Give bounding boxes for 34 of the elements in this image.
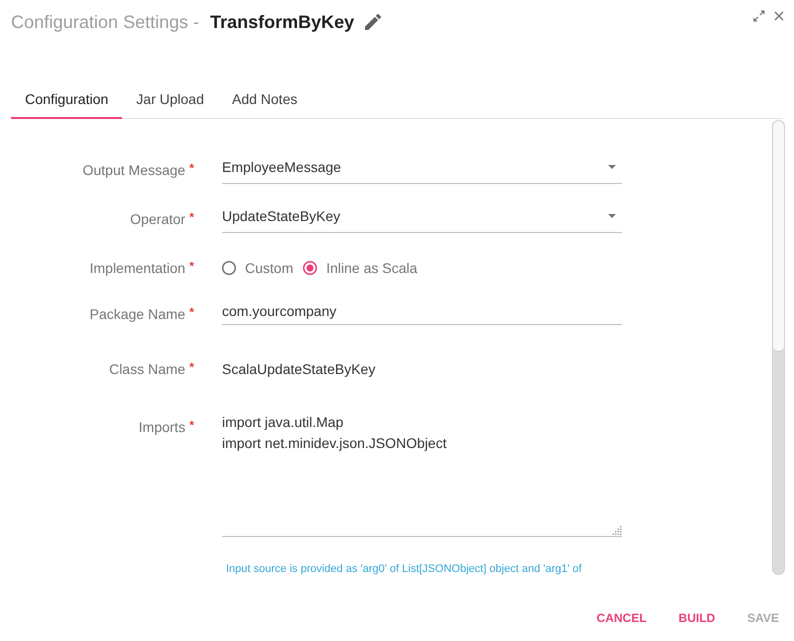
text-input[interactable]: com.yourcompany [222, 292, 622, 325]
field-label: Operator [130, 210, 186, 229]
edit-icon[interactable] [365, 14, 382, 30]
caret-icon [608, 165, 616, 169]
action-button[interactable]: BUILD [666, 600, 728, 636]
required-mark: * [189, 209, 194, 225]
field-label: Class Name [109, 360, 186, 379]
dropdown[interactable]: UpdateStateByKey [222, 200, 622, 233]
close-icon[interactable] [774, 11, 784, 21]
code-textarea[interactable]: import java.util.Map import net.minidev.json.JSONObject [222, 412, 622, 537]
resize-grip-icon[interactable] [612, 526, 622, 535]
scrollbar-thumb[interactable] [773, 121, 784, 352]
hint-text: Input source is provided as 'arg0' of List[JSONObject] object and 'arg1' of [226, 562, 582, 576]
radio-option[interactable]: Inline as Scala [303, 258, 418, 278]
dialog-title-prefix: Configuration Settings - [11, 10, 200, 34]
required-mark: * [189, 160, 194, 176]
expand-icon[interactable] [753, 10, 765, 22]
field-label: Package Name [90, 305, 186, 324]
class-name-value: ScalaUpdateStateByKey [222, 360, 376, 379]
dropdown[interactable]: EmployeeMessage [222, 151, 622, 184]
dialog-title: TransformByKey [210, 10, 354, 34]
tab[interactable]: Jar Upload [122, 81, 218, 119]
tab[interactable]: Configuration [11, 81, 122, 119]
caret-icon [608, 214, 616, 218]
radio-option[interactable]: Custom [222, 258, 294, 278]
required-mark: * [189, 258, 194, 274]
required-mark: * [189, 304, 194, 320]
required-mark: * [189, 359, 194, 375]
field-label: Implementation [90, 259, 186, 278]
action-button[interactable]: CANCEL [584, 600, 659, 636]
required-mark: * [189, 417, 194, 433]
tab[interactable]: Add Notes [218, 81, 312, 119]
field-label: Output Message [82, 161, 186, 180]
field-label: Imports [138, 418, 186, 437]
